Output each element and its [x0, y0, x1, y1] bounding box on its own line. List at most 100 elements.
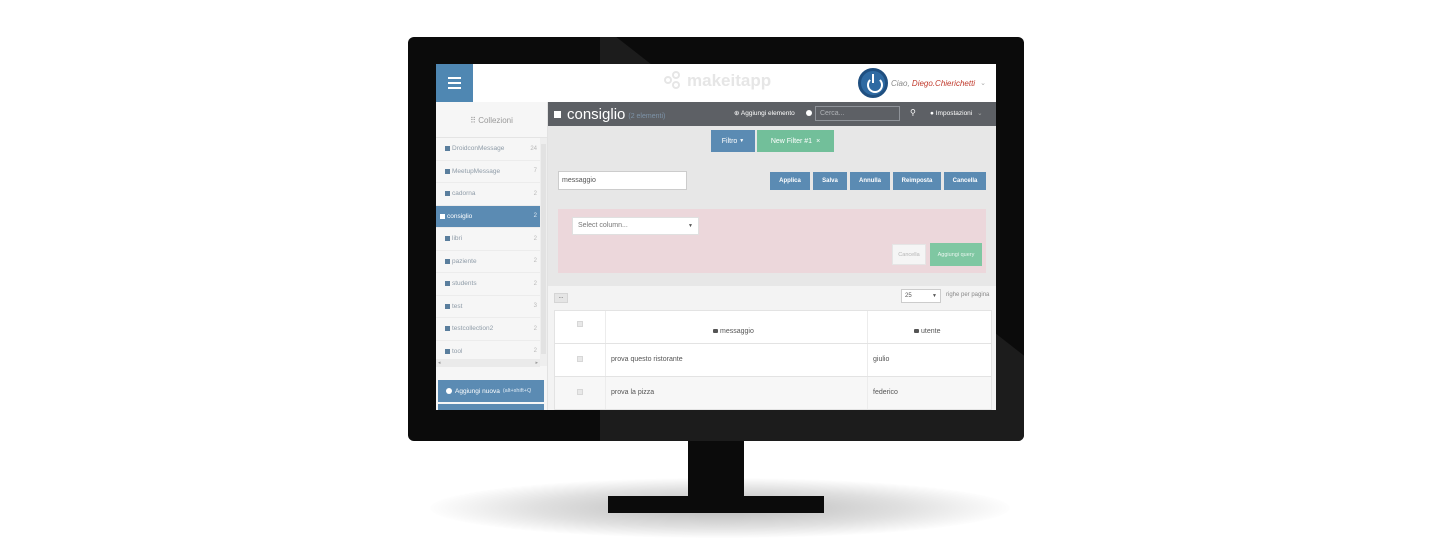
sidebar-item-label: test: [452, 302, 463, 310]
new-filter-tab[interactable]: New Filter #1 ×: [757, 130, 834, 152]
collection-icon: [445, 258, 450, 264]
app-logo: makeitapp: [664, 71, 771, 91]
grid-icon: ⠿: [470, 116, 476, 125]
close-icon[interactable]: ×: [816, 138, 820, 145]
sidebar-item-label: cadorna: [452, 190, 476, 198]
data-table-area: ... 25 ▼ righe per pagina messaggio uten…: [548, 286, 996, 410]
add-new-collection-button[interactable]: Aggiungi nuova (alt+shift+Q: [438, 380, 544, 402]
sidebar-item-count: 2: [533, 258, 537, 265]
sidebar-item-label: testcollection2: [452, 325, 494, 333]
annulla-button[interactable]: Annulla: [850, 172, 890, 190]
collection-count: (2 elementi): [628, 112, 666, 120]
search-input[interactable]: Cerca...: [815, 106, 900, 121]
row-checkbox[interactable]: [577, 389, 583, 395]
sidebar-item-label: DroidconMessage: [452, 145, 505, 153]
cancel-query-button[interactable]: Cancella: [892, 244, 926, 265]
hamburger-icon: [448, 77, 461, 79]
sidebar-secondary-button[interactable]: [438, 404, 544, 410]
help-icon[interactable]: [806, 110, 812, 116]
username: Diego.Chierichetti: [911, 78, 976, 88]
arrow-left-icon[interactable]: ◂: [438, 360, 441, 366]
collection-icon: [445, 303, 450, 309]
collection-icon: [445, 191, 450, 197]
table-body: prova questo ristorante giulio prova la pi…: [555, 344, 991, 410]
add-element-button[interactable]: ⊕ Aggiungi elemento: [734, 109, 795, 117]
collection-icon: [445, 146, 450, 152]
filter-panel: Filtro ▼ New Filter #1 × messaggio Appli…: [548, 126, 996, 286]
applica-button[interactable]: Applica: [770, 172, 810, 190]
arrow-right-icon[interactable]: ▸: [535, 360, 538, 366]
more-options-button[interactable]: ...: [554, 293, 568, 303]
column-header-utente[interactable]: utente: [914, 328, 940, 335]
sidebar-item-label: paziente: [452, 257, 477, 265]
reimposta-button[interactable]: Reimposta: [893, 172, 941, 190]
cell-utente: federico: [873, 389, 898, 396]
collection-icon: [445, 348, 450, 354]
sidebar-item-testcollection2[interactable]: testcollection2 2: [436, 318, 547, 341]
table-header-row: messaggio utente: [555, 311, 991, 344]
sidebar-item-count: 2: [533, 325, 537, 332]
table-row[interactable]: prova la pizza federico: [555, 377, 991, 410]
caret-down-icon: ▼: [932, 293, 937, 299]
sidebar-scrollbar[interactable]: [540, 138, 547, 366]
settings-menu[interactable]: ● Impostazioni ⌄: [930, 109, 983, 117]
column-header-messaggio[interactable]: messaggio: [713, 328, 754, 335]
collection-icon: [440, 213, 445, 219]
logo-mark-icon: [664, 71, 684, 91]
product-mockup: makeitapp Ciao, Diego.Chierichetti ⌄ ⠿ C…: [0, 0, 1440, 560]
add-query-button[interactable]: Aggiungi query: [930, 243, 982, 266]
sidebar-item-label: students: [452, 280, 477, 288]
sidebar-item-count: 2: [533, 348, 537, 355]
rows-per-page-select[interactable]: 25 ▼: [901, 289, 941, 303]
plus-circle-icon: ⊕: [734, 110, 740, 117]
data-table: messaggio utente prova questo ristorante…: [554, 310, 992, 410]
sidebar-item-label: libri: [452, 235, 463, 243]
sidebar-item-count: 3: [533, 303, 537, 310]
lock-icon: [914, 329, 919, 333]
monitor-foot: [608, 496, 824, 513]
collection-header: consiglio (2 elementi) ⊕ Aggiungi elemen…: [548, 102, 996, 126]
table-row[interactable]: prova questo ristorante giulio: [555, 344, 991, 377]
hamburger-menu-button[interactable]: [436, 64, 473, 102]
sidebar-item-count: 7: [533, 168, 537, 175]
sidebar-list: DroidconMessage 24 MeetupMessage 7 cadorna 2 c…: [436, 138, 547, 363]
topbar: makeitapp Ciao, Diego.Chierichetti ⌄: [436, 64, 996, 102]
user-menu[interactable]: Ciao, Diego.Chierichetti ⌄: [858, 68, 986, 98]
sidebar-item-test[interactable]: test 3: [436, 296, 547, 318]
filter-field-input[interactable]: messaggio: [558, 171, 687, 190]
plus-icon: [446, 388, 452, 394]
sidebar-item-count: 2: [533, 280, 537, 287]
collection-title: consiglio: [567, 105, 626, 123]
sidebar-item-cadorna[interactable]: cadorna 2: [436, 183, 547, 206]
collection-icon: [445, 326, 450, 332]
filter-dropdown-button[interactable]: Filtro ▼: [711, 130, 755, 152]
chevron-down-icon[interactable]: ⌄: [980, 79, 986, 87]
sidebar-item-count: 2: [533, 190, 537, 197]
sidebar-item-label: MeetupMessage: [452, 167, 501, 175]
logo-text: makeitapp: [687, 71, 772, 90]
sidebar-horizontal-scrollbar[interactable]: ◂ ▸: [436, 359, 540, 367]
monitor-neck: [688, 441, 744, 499]
select-all-checkbox[interactable]: [577, 321, 583, 327]
sidebar-title: ⠿ Collezioni: [436, 102, 547, 138]
cell-utente: giulio: [873, 356, 890, 363]
sidebar-item-consiglio[interactable]: consiglio 2: [436, 205, 547, 228]
user-greeting: Ciao, Diego.Chierichetti: [891, 78, 976, 88]
collection-icon: [554, 110, 561, 118]
sidebar-item-count: 2: [533, 213, 537, 220]
row-checkbox[interactable]: [577, 356, 583, 362]
sidebar-item-paziente[interactable]: paziente 2: [436, 251, 547, 273]
sidebar-item-meetupmessage[interactable]: MeetupMessage 7: [436, 161, 547, 183]
sidebar-item-libri[interactable]: libri 2: [436, 228, 547, 251]
salva-button[interactable]: Salva: [813, 172, 847, 190]
cancella-button[interactable]: Cancella: [944, 172, 986, 190]
collection-icon: [445, 168, 450, 174]
pin-icon[interactable]: ⚲: [910, 108, 916, 117]
select-column-dropdown[interactable]: Select column... ▼: [572, 217, 699, 235]
chevron-down-icon: ⌄: [977, 110, 983, 117]
caret-down-icon: ▼: [739, 138, 745, 144]
sidebar-item-students[interactable]: students 2: [436, 273, 547, 296]
query-builder: Select column... ▼ Cancella Aggiungi que…: [558, 209, 986, 273]
sidebar-item-droidconmessage[interactable]: DroidconMessage 24: [436, 138, 547, 161]
power-icon[interactable]: [858, 68, 888, 98]
